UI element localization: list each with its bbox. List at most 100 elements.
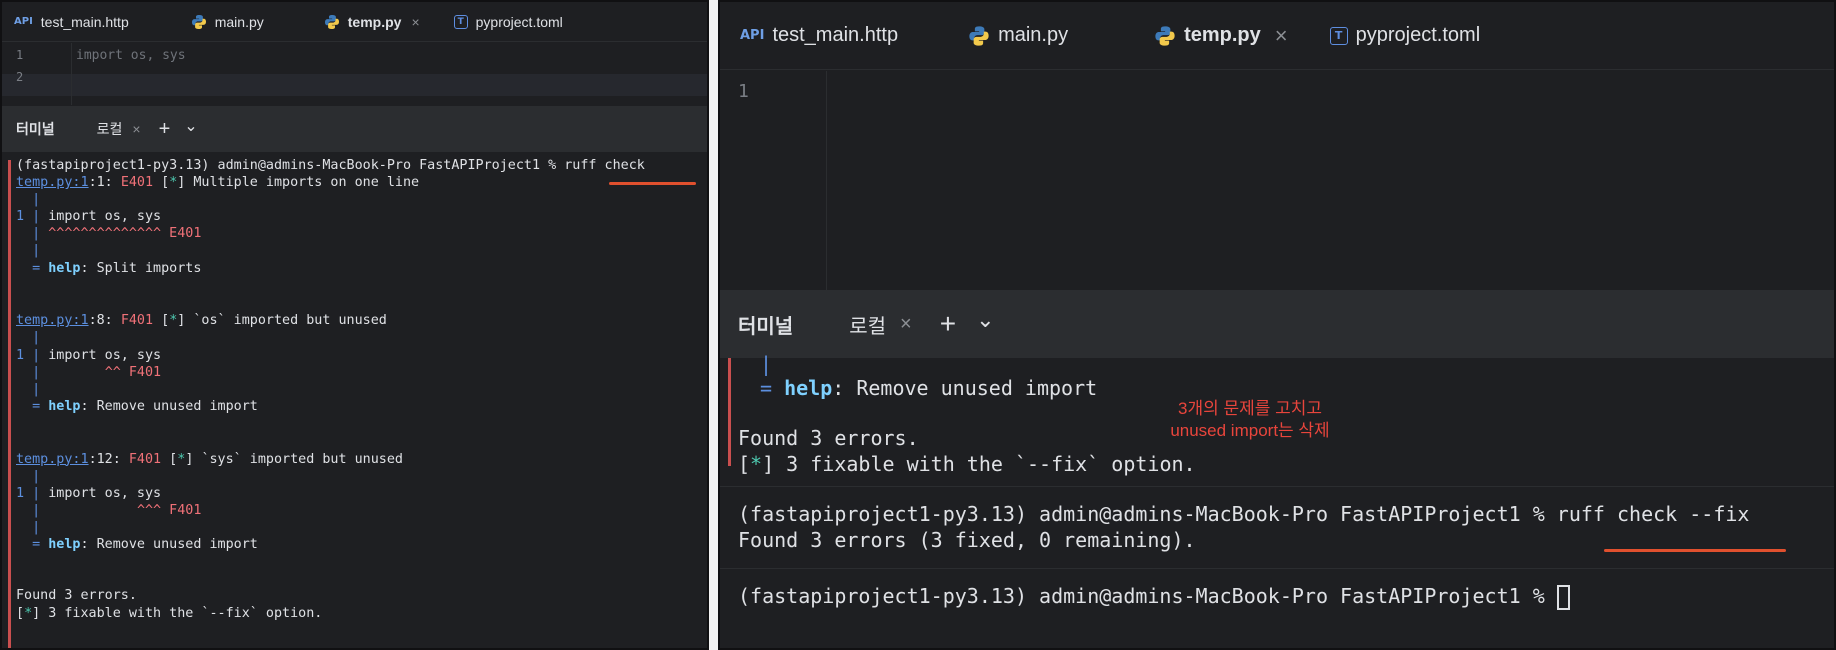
diag-position: :12: bbox=[88, 451, 129, 467]
code-editor[interactable]: 1 2 import os, sys bbox=[2, 43, 707, 105]
terminal-command-line: (fastapiproject1-py3.13) admin@admins-Ma… bbox=[738, 502, 1749, 526]
toml-icon: T bbox=[1329, 26, 1348, 45]
tab-label: temp.py bbox=[1184, 24, 1261, 46]
terminal-title: 터미널 bbox=[16, 121, 55, 137]
diag-detail-line: | bbox=[16, 243, 40, 258]
command-underline bbox=[1604, 549, 1786, 552]
terminal-prompt-line[interactable]: (fastapiproject1-py3.13) admin@admins-Ma… bbox=[738, 584, 1570, 610]
diag-detail-line: = help: Remove unused import bbox=[32, 537, 258, 553]
add-terminal-icon[interactable]: + bbox=[159, 118, 171, 141]
diag-detail-line: | bbox=[16, 192, 40, 207]
fixable-line: [*] 3 fixable with the `--fix` option. bbox=[16, 606, 323, 621]
diag-pipe: | bbox=[32, 330, 41, 346]
line-number: 2 bbox=[16, 70, 24, 84]
tab-pyproject-toml[interactable]: T pyproject.toml bbox=[430, 2, 575, 41]
shell-command: ruff check bbox=[564, 158, 645, 173]
found-errors-line: Found 3 errors. bbox=[16, 588, 137, 603]
diag-source: import os, sys bbox=[48, 347, 162, 363]
command-underline bbox=[609, 182, 696, 185]
diag-pipe: | bbox=[32, 520, 41, 535]
right-ide-panel: API test_main.http main.py temp.py × T p… bbox=[718, 0, 1836, 650]
help-label: help bbox=[48, 260, 81, 276]
diag-line-number: 1 bbox=[16, 209, 25, 225]
diag-pipe: | bbox=[32, 243, 41, 259]
shell-prompt: (fastapiproject1-py3.13) admin@admins-Ma… bbox=[738, 584, 1557, 608]
python-icon bbox=[1154, 25, 1176, 47]
terminal-title: 터미널 bbox=[738, 315, 794, 338]
diag-pipe: | bbox=[32, 209, 41, 225]
help-line: = help: Remove unused import bbox=[760, 376, 1098, 400]
terminal-toolbar: 터미널 로컬 × + ⌄ bbox=[2, 106, 707, 152]
command-block-marker bbox=[728, 358, 731, 466]
python-icon bbox=[968, 25, 990, 47]
close-tab-icon[interactable]: × bbox=[411, 14, 419, 30]
close-terminal-tab-icon[interactable]: × bbox=[900, 313, 912, 336]
tab-main-py[interactable]: main.py bbox=[918, 2, 1088, 69]
terminal-output[interactable]: (fastapiproject1-py3.13) admin@admins-Ma… bbox=[2, 152, 707, 648]
tab-main-py[interactable]: main.py bbox=[141, 2, 276, 41]
diag-line-number: 1 bbox=[16, 485, 25, 501]
diag-header-line: temp.py:1:12: F401 [*] `sys` imported bu… bbox=[16, 451, 403, 467]
fixable-mark: * bbox=[24, 606, 33, 621]
diag-pipe: | bbox=[32, 192, 41, 208]
api-icon: API bbox=[14, 16, 33, 27]
error-code: F401 bbox=[128, 451, 162, 467]
tab-label: pyproject.toml bbox=[1355, 24, 1481, 46]
tab-pyproject-toml[interactable]: T pyproject.toml bbox=[1308, 2, 1501, 69]
shell-command: ruff check --fix bbox=[1556, 502, 1750, 526]
fixable-mark: * bbox=[169, 313, 178, 329]
error-code: F401 bbox=[120, 313, 154, 329]
help-label: help bbox=[784, 376, 833, 400]
api-icon: API bbox=[740, 28, 765, 43]
line-gutter: 1 2 bbox=[2, 43, 72, 105]
tab-test-main-http[interactable]: API test_main.http bbox=[720, 2, 918, 69]
diag-position: :8: bbox=[88, 313, 121, 329]
current-line-highlight bbox=[2, 74, 707, 96]
terminal-tab-local[interactable]: 로컬 × bbox=[831, 290, 924, 358]
python-icon bbox=[191, 14, 207, 30]
code-editor[interactable]: 1 bbox=[720, 71, 1834, 290]
file-link[interactable]: temp.py:1 bbox=[16, 175, 89, 190]
block-divider bbox=[720, 568, 1834, 569]
diag-pipe: | bbox=[32, 364, 41, 380]
diag-pipe: | bbox=[32, 347, 41, 363]
help-label: help bbox=[48, 398, 81, 414]
diag-pipe: | bbox=[32, 381, 41, 397]
diag-pipe: | bbox=[760, 352, 773, 376]
diag-message: `sys` imported but unused bbox=[201, 451, 403, 467]
diag-position: :1: bbox=[88, 175, 121, 190]
marker-indent bbox=[48, 503, 137, 518]
chevron-down-icon[interactable]: ⌄ bbox=[976, 307, 994, 333]
line-gutter: 1 bbox=[720, 71, 827, 290]
block-divider bbox=[720, 486, 1834, 487]
diag-pipe: | bbox=[32, 226, 41, 242]
tab-label: pyproject.toml bbox=[475, 13, 563, 30]
fixable-mark: * bbox=[169, 175, 178, 190]
diag-detail-line: = help: Remove unused import bbox=[32, 398, 258, 414]
diag-detail-line: | bbox=[16, 469, 40, 484]
diag-detail-line: = help: Split imports bbox=[32, 260, 202, 276]
tab-temp-py[interactable]: temp.py × bbox=[1134, 2, 1308, 69]
found-errors-line: Found 3 errors. bbox=[738, 426, 919, 450]
close-tab-icon[interactable]: × bbox=[1275, 23, 1288, 49]
diag-pipe: | bbox=[32, 502, 41, 518]
help-text: : Remove unused import bbox=[80, 398, 258, 414]
terminal-tab-local[interactable]: 로컬 × bbox=[89, 106, 147, 152]
close-terminal-tab-icon[interactable]: × bbox=[132, 121, 140, 137]
left-ide-panel: API test_main.http main.py temp.py × T p… bbox=[0, 0, 709, 650]
diag-detail-line: 1 | import os, sys bbox=[16, 209, 161, 224]
file-link[interactable]: temp.py:1 bbox=[16, 313, 89, 328]
file-link[interactable]: temp.py:1 bbox=[16, 452, 89, 467]
diag-detail-line: | bbox=[16, 520, 40, 535]
toml-icon: T bbox=[453, 14, 468, 29]
tab-temp-py[interactable]: temp.py × bbox=[276, 2, 430, 41]
help-text: : Split imports bbox=[80, 260, 202, 276]
diag-message: `os` imported but unused bbox=[193, 313, 387, 329]
text-cursor bbox=[1556, 585, 1570, 610]
tab-label: temp.py bbox=[347, 13, 402, 30]
add-terminal-icon[interactable]: + bbox=[940, 308, 956, 340]
chevron-down-icon[interactable]: ⌄ bbox=[184, 116, 197, 136]
tab-test-main-http[interactable]: API test_main.http bbox=[2, 2, 141, 41]
error-marker: ^^ F401 bbox=[104, 364, 162, 380]
line-number: 1 bbox=[16, 48, 24, 62]
